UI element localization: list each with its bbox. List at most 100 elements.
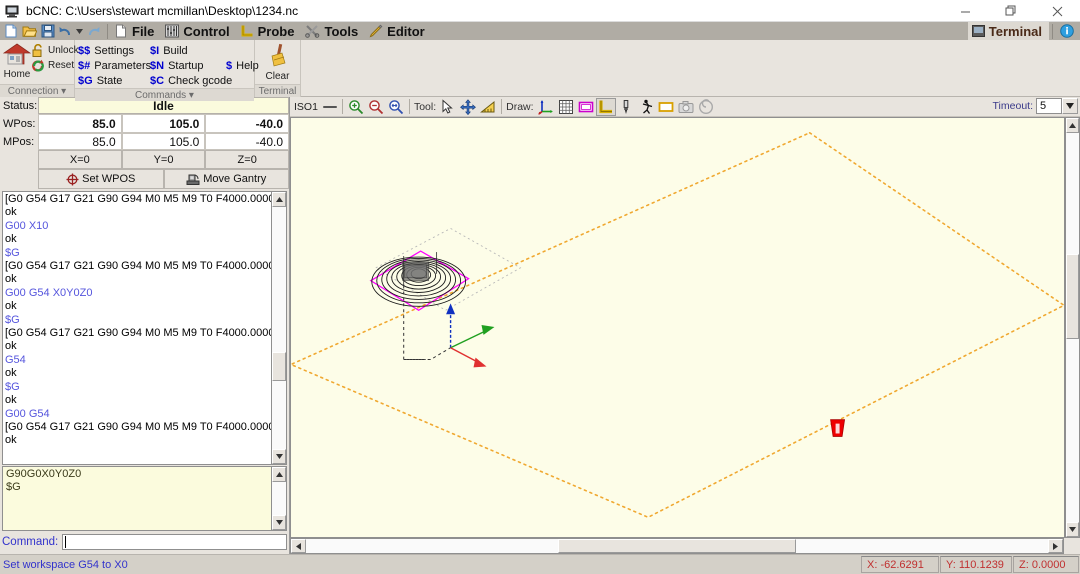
terminal-scroll-track[interactable] (272, 207, 286, 449)
zoom-out-icon[interactable] (366, 98, 386, 116)
cmd-settings[interactable]: $$ Settings (78, 43, 150, 58)
grid-icon[interactable] (556, 98, 576, 116)
menu-probe[interactable]: Probe (237, 22, 302, 40)
cmd-parameters[interactable]: $# Parameters (78, 58, 151, 73)
cmd-check-gcode[interactable]: $C Check gcode (150, 73, 232, 88)
commands-title-text: Commands (135, 90, 187, 101)
move-gantry-button[interactable]: Move Gantry (163, 169, 289, 189)
toolbar-divider-2 (408, 99, 410, 114)
unlock-button[interactable]: Unlock (31, 43, 79, 58)
queue-text[interactable]: G90G0X0Y0Z0 $G (2, 466, 272, 531)
wpos-x[interactable]: 85.0 (38, 114, 122, 133)
select-arrow-icon[interactable] (438, 98, 458, 116)
zoom-fit-icon[interactable] (386, 98, 406, 116)
status-coord-z: Z: 0.0000 (1013, 556, 1079, 573)
canvas-hscroll-thumb[interactable] (558, 539, 796, 553)
queue-scroll-track[interactable] (272, 482, 286, 515)
terminal-scroll-thumb[interactable] (272, 352, 286, 382)
workarea-icon[interactable] (595, 97, 616, 116)
canvas-scroll-down[interactable] (1066, 522, 1079, 537)
quickbar-redo[interactable] (86, 22, 104, 40)
canvas-scroll-right[interactable] (1048, 539, 1063, 553)
zero-y-button[interactable]: Y=0 (121, 150, 206, 169)
ruler-icon[interactable] (478, 98, 498, 116)
commands-group-title[interactable]: Commands ▾ (75, 88, 254, 101)
quickbar-undo[interactable] (57, 22, 73, 40)
reset-button[interactable]: Reset (31, 58, 79, 73)
zoom-in-icon[interactable] (346, 98, 366, 116)
zero-row-spacer (0, 150, 38, 169)
bounding-box-icon[interactable] (656, 98, 676, 116)
workarea-boundary (291, 131, 1064, 519)
margin-icon[interactable] (576, 98, 596, 116)
clear-terminal-button[interactable]: Clear (259, 41, 297, 82)
queue-scrollbar[interactable] (272, 466, 287, 531)
menu-file[interactable]: File (111, 22, 161, 40)
quickbar-undo-dropdown[interactable] (73, 22, 86, 40)
terminal-line: ok (5, 340, 17, 353)
status-coord-x-label: X: (867, 558, 878, 571)
camera-icon[interactable] (676, 98, 696, 116)
probe-z-icon[interactable] (616, 98, 636, 116)
wpos-z[interactable]: -40.0 (205, 114, 290, 133)
wpos-label: WPos: (3, 117, 36, 130)
zero-x-button[interactable]: X=0 (38, 150, 122, 169)
queue-scroll-up[interactable] (272, 467, 286, 482)
canvas-vscrollbar[interactable] (1065, 117, 1080, 538)
axes-icon[interactable] (536, 98, 556, 116)
set-wpos-button[interactable]: Set WPOS (38, 169, 164, 189)
cmd-startup[interactable]: $N Startup (150, 58, 226, 73)
zero-z-button[interactable]: Z=0 (205, 150, 290, 169)
terminal-output-list[interactable]: [G0 G54 G17 G21 G90 G94 M0 M5 M9 T0 F400… (2, 191, 272, 465)
quickbar-open[interactable] (20, 22, 39, 40)
commands-column-2: $I Build $N Startup $C Check gcode (150, 42, 232, 88)
cmd-build[interactable]: $I Build (150, 43, 226, 58)
command-input[interactable] (62, 534, 287, 550)
canvas-hscrollbar[interactable] (290, 538, 1064, 554)
canvas-hscroll-track[interactable] (306, 539, 1048, 553)
timeout-dropdown-arrow[interactable] (1062, 98, 1078, 114)
connection-group-title[interactable]: Connection ▾ (0, 84, 74, 97)
terminal-title-text: Terminal (258, 86, 297, 97)
quickbar-save[interactable] (39, 22, 57, 40)
terminal-line: ok (5, 233, 17, 246)
cmd-state[interactable]: $G State (78, 73, 150, 88)
menu-editor[interactable]: Editor (365, 22, 432, 40)
scrollbar-corner (1064, 538, 1080, 554)
cmd-build-label: Build (163, 44, 188, 57)
cmd-check-label: Check gcode (168, 74, 233, 87)
menu-tools[interactable]: Tools (301, 22, 365, 40)
spindle-icon[interactable] (696, 98, 716, 116)
cmd-help[interactable]: $ Help (226, 58, 259, 73)
rapid-path-icon[interactable] (636, 98, 656, 116)
clear-label: Clear (265, 71, 290, 82)
move-gantry-label: Move Gantry (203, 173, 267, 185)
terminal-scroll-up[interactable] (272, 192, 286, 207)
menu-terminal[interactable]: Terminal (967, 22, 1049, 40)
text-caret (65, 536, 67, 548)
ribbon-empty-area (301, 40, 1080, 97)
quickbar-new[interactable] (0, 22, 20, 40)
view-select[interactable]: ISO1 (292, 99, 339, 115)
maximize-button[interactable] (988, 0, 1034, 22)
queue-scroll-down[interactable] (272, 515, 286, 530)
help-info-button[interactable] (1056, 22, 1078, 40)
minimize-button[interactable] (942, 0, 988, 22)
canvas-scroll-left[interactable] (291, 539, 306, 553)
terminal-scroll-down[interactable] (272, 449, 286, 464)
pan-move-icon[interactable] (458, 98, 478, 116)
terminal-scrollbar[interactable] (272, 191, 287, 465)
close-button[interactable] (1034, 0, 1080, 22)
mpos-x: 85.0 (38, 133, 122, 150)
wpos-y[interactable]: 105.0 (121, 114, 206, 133)
status-coord-y-label: Y: (946, 558, 956, 571)
canvas-scroll-track[interactable] (1066, 133, 1079, 522)
cnc-3d-view[interactable] (290, 117, 1065, 538)
canvas-scroll-up[interactable] (1066, 118, 1079, 133)
status-message: Set workspace G54 to X0 (3, 558, 128, 571)
home-button[interactable]: Home (3, 41, 31, 80)
canvas-scroll-thumb[interactable] (1066, 253, 1079, 340)
dro-panel: Status: Idle WPos: 85.0 105.0 -40.0 MPos… (0, 97, 290, 189)
menu-control[interactable]: Control (161, 22, 236, 40)
timeout-input[interactable]: 5 (1036, 98, 1062, 114)
